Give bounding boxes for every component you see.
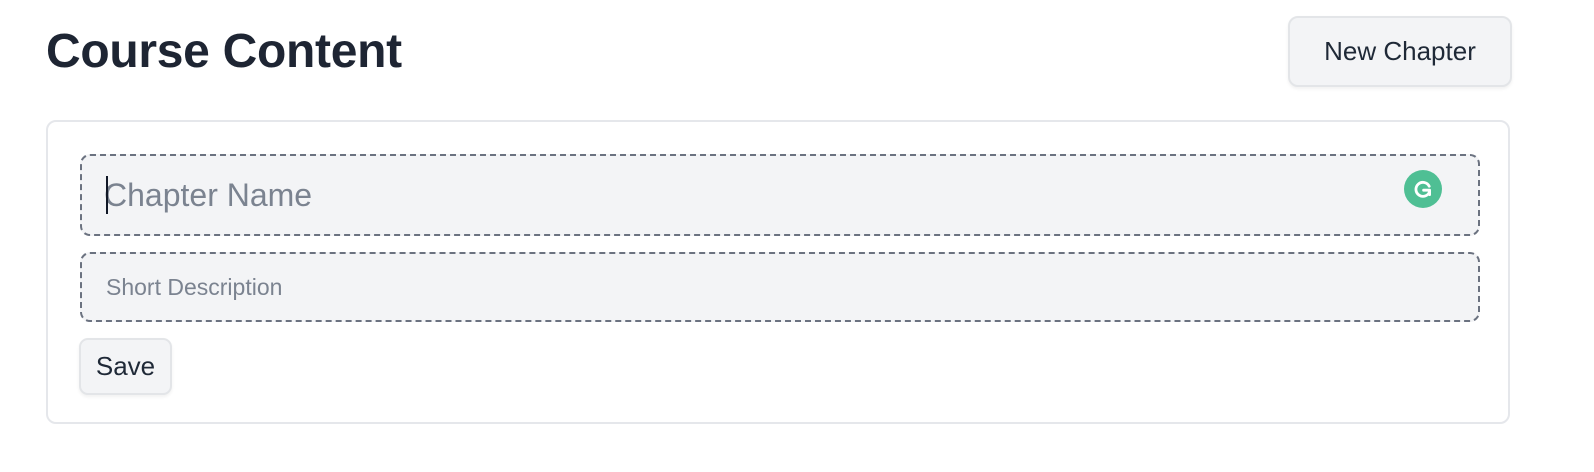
chapter-name-input[interactable]	[104, 156, 1394, 234]
page-title: Course Content	[46, 25, 402, 78]
short-description-input[interactable]	[106, 254, 1446, 320]
course-content-page: Course Content New Chapter Save	[0, 0, 1594, 472]
short-description-field[interactable]	[80, 252, 1480, 322]
grammarly-g-glyph	[1414, 180, 1431, 198]
chapter-name-field[interactable]	[80, 154, 1480, 236]
text-caret	[106, 176, 108, 214]
chapter-form-card: Save	[46, 120, 1510, 424]
grammarly-icon[interactable]	[1404, 170, 1442, 208]
new-chapter-button[interactable]: New Chapter	[1288, 16, 1512, 87]
save-button[interactable]: Save	[79, 338, 172, 395]
